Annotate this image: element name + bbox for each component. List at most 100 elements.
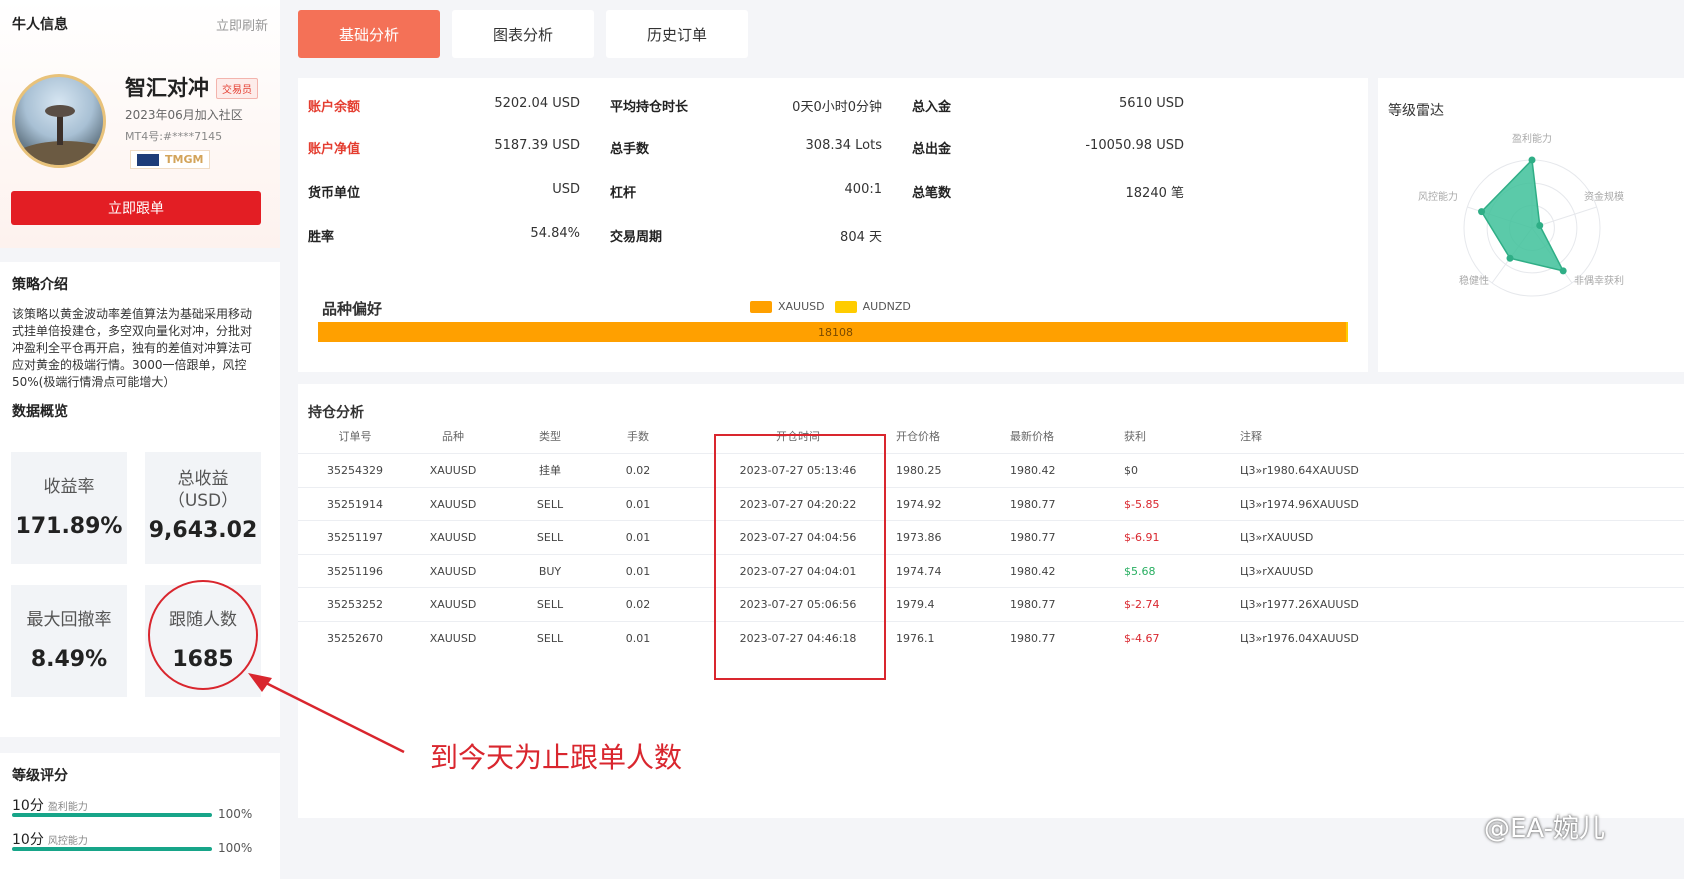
grade-item: 10分 盈利能力 100% bbox=[12, 795, 268, 825]
table-row[interactable]: 35251196 XAUUSD BUY 0.01 2023-07-27 04:04:01… bbox=[298, 553, 1684, 587]
cell-profit: $5.68 bbox=[1124, 564, 1156, 578]
cell-symbol: XAUUSD bbox=[429, 531, 477, 544]
cell-latest-price: 1980.42 bbox=[1010, 464, 1056, 477]
legend-item[interactable]: XAUUSD bbox=[750, 300, 825, 313]
cell-latest-price: 1980.77 bbox=[1010, 531, 1056, 544]
cell-lots: 0.02 bbox=[625, 598, 651, 611]
grade-title: 等级评分 bbox=[12, 768, 68, 784]
radar-axis-label: 资金规模 bbox=[1584, 190, 1624, 203]
table-row[interactable]: 35251197 XAUUSD SELL 0.01 2023-07-27 04:04:5… bbox=[298, 520, 1684, 553]
cell-lots: 0.02 bbox=[625, 464, 651, 477]
cell-latest-price: 1980.77 bbox=[1010, 631, 1056, 645]
table-row[interactable]: 35253252 XAUUSD SELL 0.02 2023-07-27 05:06:5… bbox=[298, 587, 1684, 620]
radar-axis-label: 风控能力 bbox=[1418, 190, 1458, 203]
cell-lots: 0.01 bbox=[625, 531, 651, 544]
trader-name: 智汇对冲 bbox=[125, 76, 209, 100]
cell-symbol: XAUUSD bbox=[429, 497, 477, 511]
kv-value: 804 天 bbox=[840, 230, 882, 245]
preference-bar-end bbox=[1346, 322, 1348, 342]
kv-label: 胜率 bbox=[308, 230, 335, 245]
trader-badge: 交易员 bbox=[216, 78, 258, 99]
col-order-no: 订单号 bbox=[338, 430, 372, 443]
cell-lots: 0.01 bbox=[625, 631, 651, 645]
watermark: @EA-婉儿 bbox=[1484, 814, 1606, 844]
legend-swatch-icon bbox=[834, 301, 857, 313]
cell-order-no: 35254329 bbox=[327, 464, 383, 477]
legend-label: XAUUSD bbox=[778, 300, 825, 313]
grade-card: 等级评分 10分 盈利能力 100% 10分 风控能力 100% bbox=[0, 753, 280, 879]
broker-name: TMGM bbox=[165, 153, 204, 166]
cell-type: SELL bbox=[536, 631, 564, 645]
mt4-account: MT4号:#****7145 bbox=[125, 130, 223, 143]
radar-point[interactable] bbox=[1478, 208, 1486, 216]
table-row[interactable]: 35254329 XAUUSD 挂单 0.02 2023-07-27 05:13:46 1… bbox=[298, 453, 1684, 486]
legend-item[interactable]: AUDNZD bbox=[834, 300, 911, 313]
strategy-description: 该策略以黄金波动率差值算法为基础采用移动式挂单倍投建仓，多空双向量化对冲，分批对… bbox=[12, 307, 253, 389]
kv-value: 18240 笔 bbox=[1125, 186, 1185, 201]
kv-value: 400:1 bbox=[844, 182, 882, 197]
kv-value: 54.84% bbox=[530, 226, 580, 241]
follow-button[interactable]: 立即跟单 bbox=[11, 191, 261, 225]
cell-symbol: XAUUSD bbox=[429, 598, 477, 611]
col-type: 类型 bbox=[539, 430, 561, 443]
cell-comment: Ц3»r1977.26XAUUSD bbox=[1240, 598, 1359, 611]
join-date: 2023年06月加入社区 bbox=[125, 108, 243, 122]
grade-radar-panel: 等级雷达 盈利能力 资金规模 非偶幸获利 稳健性 风控能力 bbox=[1378, 78, 1684, 372]
analysis-tabs: 基础分析 图表分析 历史订单 bbox=[298, 10, 748, 58]
grade-score: 10分 bbox=[12, 798, 44, 814]
col-comment: 注释 bbox=[1240, 430, 1262, 443]
profile-section-title: 牛人信息 bbox=[12, 17, 68, 33]
grade-percent: 100% bbox=[218, 807, 253, 821]
cell-profit: $0 bbox=[1124, 464, 1138, 477]
grade-percent: 100% bbox=[218, 841, 253, 855]
refresh-link[interactable]: 立即刷新 bbox=[216, 15, 268, 34]
cell-comment: Ц3»rXAUUSD bbox=[1240, 564, 1314, 578]
kv-label: 账户余额 bbox=[308, 100, 361, 115]
cell-latest-price: 1980.42 bbox=[1010, 564, 1056, 578]
table-row[interactable]: 35251914 XAUUSD SELL 0.01 2023-07-27 04:20:2… bbox=[298, 486, 1684, 520]
broker-logo-icon bbox=[137, 153, 159, 166]
legend-label: AUDNZD bbox=[862, 300, 911, 313]
cell-profit: $-4.67 bbox=[1124, 631, 1160, 645]
kv-value: 5202.04 USD bbox=[494, 96, 580, 111]
cell-type: BUY bbox=[538, 564, 562, 578]
radar-point[interactable] bbox=[1536, 221, 1544, 229]
preference-bar-value: 18108 bbox=[818, 325, 853, 339]
col-latest-price: 最新价格 bbox=[1010, 430, 1054, 443]
cell-comment: Ц3»r1980.64XAUUSD bbox=[1240, 464, 1359, 477]
cell-type: SELL bbox=[536, 598, 564, 611]
kv-value: 5187.39 USD bbox=[494, 138, 580, 153]
grade-item: 10分 风控能力 100% bbox=[12, 829, 268, 859]
radar-point[interactable] bbox=[1528, 156, 1536, 164]
cell-order-no: 35251197 bbox=[327, 531, 383, 544]
kv-label: 总手数 bbox=[610, 142, 650, 157]
radar-point[interactable] bbox=[1559, 267, 1567, 275]
tab-history-orders[interactable]: 历史订单 bbox=[606, 10, 748, 58]
cell-profit: $-2.74 bbox=[1124, 598, 1160, 611]
stat-value: 171.89% bbox=[15, 514, 123, 539]
stat-total-profit: 总收益 （USD） 9,643.02 bbox=[145, 452, 261, 564]
grade-score: 10分 bbox=[12, 832, 44, 848]
sidebar: 牛人信息 立即刷新 智汇对冲 交易员 2023年06月加入社区 MT4号:#**… bbox=[0, 0, 280, 879]
tab-chart-analysis[interactable]: 图表分析 bbox=[452, 10, 594, 58]
kv-label: 杠杆 bbox=[610, 186, 637, 201]
cell-latest-price: 1980.77 bbox=[1010, 497, 1056, 511]
kv-label: 货币单位 bbox=[308, 186, 361, 201]
cell-type: SELL bbox=[536, 497, 564, 511]
tab-basic-analysis[interactable]: 基础分析 bbox=[298, 10, 440, 58]
cell-order-no: 35251914 bbox=[327, 497, 383, 511]
kv-value: -10050.98 USD bbox=[1085, 138, 1184, 153]
annotation-text: 到今天为止跟单人数 bbox=[430, 741, 683, 774]
table-row[interactable]: 35252670 XAUUSD SELL 0.01 2023-07-27 04:46:1… bbox=[298, 620, 1684, 654]
overview-title: 数据概览 bbox=[12, 404, 68, 420]
avatar bbox=[12, 74, 106, 168]
cell-open-price: 1979.4 bbox=[896, 598, 935, 611]
cell-lots: 0.01 bbox=[625, 564, 651, 578]
cell-comment: Ц3»r1974.96XAUUSD bbox=[1240, 497, 1359, 511]
radar-axis-label: 非偶幸获利 bbox=[1574, 274, 1624, 287]
cell-open-price: 1980.25 bbox=[896, 464, 942, 477]
grade-name: 风控能力 bbox=[47, 836, 88, 847]
radar-point[interactable] bbox=[1506, 254, 1514, 262]
cell-symbol: XAUUSD bbox=[429, 464, 477, 477]
stat-label: 最大回撤率 bbox=[26, 610, 112, 630]
